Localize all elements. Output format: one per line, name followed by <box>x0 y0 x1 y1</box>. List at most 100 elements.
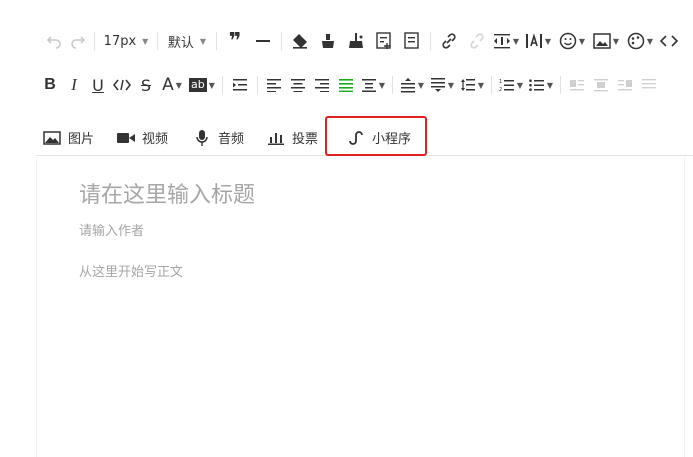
emoji-button[interactable]: ▼ <box>555 28 589 54</box>
letter-spacing-button[interactable]: ▼ <box>491 28 521 54</box>
float-none-button[interactable] <box>637 72 661 98</box>
undo-button[interactable] <box>42 28 66 54</box>
chevron-down-icon: ▼ <box>512 36 520 46</box>
separator <box>281 32 282 50</box>
bar-chart-icon <box>266 130 286 146</box>
horizontal-rule-icon <box>256 40 270 42</box>
align-justify-button[interactable] <box>334 72 358 98</box>
chevron-down-icon: ▼ <box>208 80 215 90</box>
distribute-button[interactable]: ▼ <box>358 72 388 98</box>
strikethrough-icon: S <box>140 75 152 95</box>
font-size-value: 17px <box>103 33 137 49</box>
align-center-icon <box>291 79 305 92</box>
video-camera-icon <box>116 130 136 146</box>
chevron-down-icon: ▼ <box>578 36 586 46</box>
chevron-down-icon: ▼ <box>447 80 455 90</box>
insert-image-button[interactable]: 图片 <box>42 120 116 156</box>
format-painter-button[interactable] <box>314 28 342 54</box>
chevron-down-icon: ▼ <box>516 80 524 90</box>
indent-button[interactable] <box>227 72 253 98</box>
chevron-down-icon: ▼ <box>378 80 386 90</box>
spacing-before-icon <box>400 78 415 93</box>
insert-video-button[interactable]: 视频 <box>116 120 192 156</box>
separator <box>157 32 158 50</box>
background-image-button[interactable]: ▼ <box>589 28 623 54</box>
paragraph-spacing-after-button[interactable]: ▼ <box>427 72 457 98</box>
float-right-button[interactable] <box>613 72 637 98</box>
indent-icon <box>233 79 247 91</box>
unlink-icon <box>470 33 484 49</box>
underline-icon: U <box>92 75 104 95</box>
bold-icon: B <box>44 76 56 93</box>
toolbar-row-2: B I U S A ▼ ab ▼ ▼ ▼ ▼ ▼ 1 2 ▼ ▼ <box>36 72 693 98</box>
align-right-button[interactable] <box>310 72 334 98</box>
float-right-icon <box>618 80 632 91</box>
svg-text:1: 1 <box>499 79 502 85</box>
body-editor[interactable]: 从这里开始写正文 <box>79 261 183 280</box>
ordered-list-button[interactable]: 1 2 ▼ <box>496 72 526 98</box>
insert-vote-label: 投票 <box>292 132 319 147</box>
eraser-icon <box>293 34 307 49</box>
text-indent-button[interactable]: ▼ <box>521 28 555 54</box>
strikethrough-button[interactable]: S <box>134 72 158 98</box>
align-justify-icon <box>339 79 353 92</box>
image-icon <box>42 130 62 146</box>
title-input[interactable]: 请在这里输入标题 <box>79 177 255 209</box>
highlight-color-icon: ab <box>189 78 207 92</box>
paragraph-spacing-before-button[interactable]: ▼ <box>397 72 427 98</box>
line-height-button[interactable]: ▼ <box>457 72 487 98</box>
font-family-select[interactable]: 默认 ▼ <box>162 28 212 54</box>
document-button[interactable] <box>398 28 426 54</box>
float-none-icon <box>642 79 656 89</box>
separator <box>216 32 217 50</box>
chevron-down-icon: ▼ <box>175 80 182 90</box>
link-button[interactable] <box>435 28 463 54</box>
insert-audio-button[interactable]: 音频 <box>192 120 266 156</box>
float-left-button[interactable] <box>565 72 589 98</box>
separator <box>222 76 223 94</box>
separator <box>491 76 492 94</box>
line-height-icon <box>460 79 475 91</box>
unordered-list-button[interactable]: ▼ <box>526 72 556 98</box>
broom-icon <box>349 33 363 48</box>
miniprogram-highlight-box <box>325 116 427 156</box>
separator <box>392 76 393 94</box>
insert-video-label: 视频 <box>142 132 169 147</box>
font-color-button[interactable]: A ▼ <box>158 72 186 98</box>
bold-button[interactable]: B <box>38 72 62 98</box>
chevron-down-icon: ▼ <box>199 36 207 46</box>
palette-button[interactable]: ▼ <box>623 28 657 54</box>
italic-button[interactable]: I <box>62 72 86 98</box>
letter-spacing-icon <box>493 34 510 49</box>
align-center-button[interactable] <box>286 72 310 98</box>
inline-code-icon <box>113 79 131 91</box>
underline-button[interactable]: U <box>86 72 110 98</box>
source-code-button[interactable] <box>657 28 681 54</box>
clear-format-button[interactable] <box>342 28 370 54</box>
float-center-button[interactable] <box>589 72 613 98</box>
chevron-down-icon: ▼ <box>417 80 425 90</box>
separator <box>560 76 561 94</box>
unlink-button[interactable] <box>463 28 491 54</box>
redo-button[interactable] <box>66 28 90 54</box>
font-size-select[interactable]: 17px ▼ <box>99 28 153 54</box>
eraser-button[interactable] <box>286 28 314 54</box>
inline-code-button[interactable] <box>110 72 134 98</box>
editor-area: 请在这里输入标题 请输入作者 从这里开始写正文 <box>36 157 685 457</box>
chevron-down-icon: ▼ <box>142 36 149 46</box>
chevron-down-icon: ▼ <box>612 36 620 46</box>
blockquote-button[interactable]: ❞ <box>221 28 249 54</box>
link-icon <box>442 33 456 49</box>
horizontal-rule-button[interactable] <box>249 28 277 54</box>
chevron-down-icon: ▼ <box>546 80 554 90</box>
align-left-button[interactable] <box>262 72 286 98</box>
svg-text:2: 2 <box>499 87 502 92</box>
chevron-down-icon: ▼ <box>646 36 654 46</box>
microphone-icon <box>192 129 212 146</box>
italic-icon: I <box>71 75 77 94</box>
author-input[interactable]: 请输入作者 <box>79 220 144 239</box>
template-button[interactable] <box>370 28 398 54</box>
font-family-value: 默认 <box>167 35 194 51</box>
background-color-button[interactable]: ab ▼ <box>186 72 218 98</box>
insert-audio-label: 音频 <box>218 132 245 147</box>
